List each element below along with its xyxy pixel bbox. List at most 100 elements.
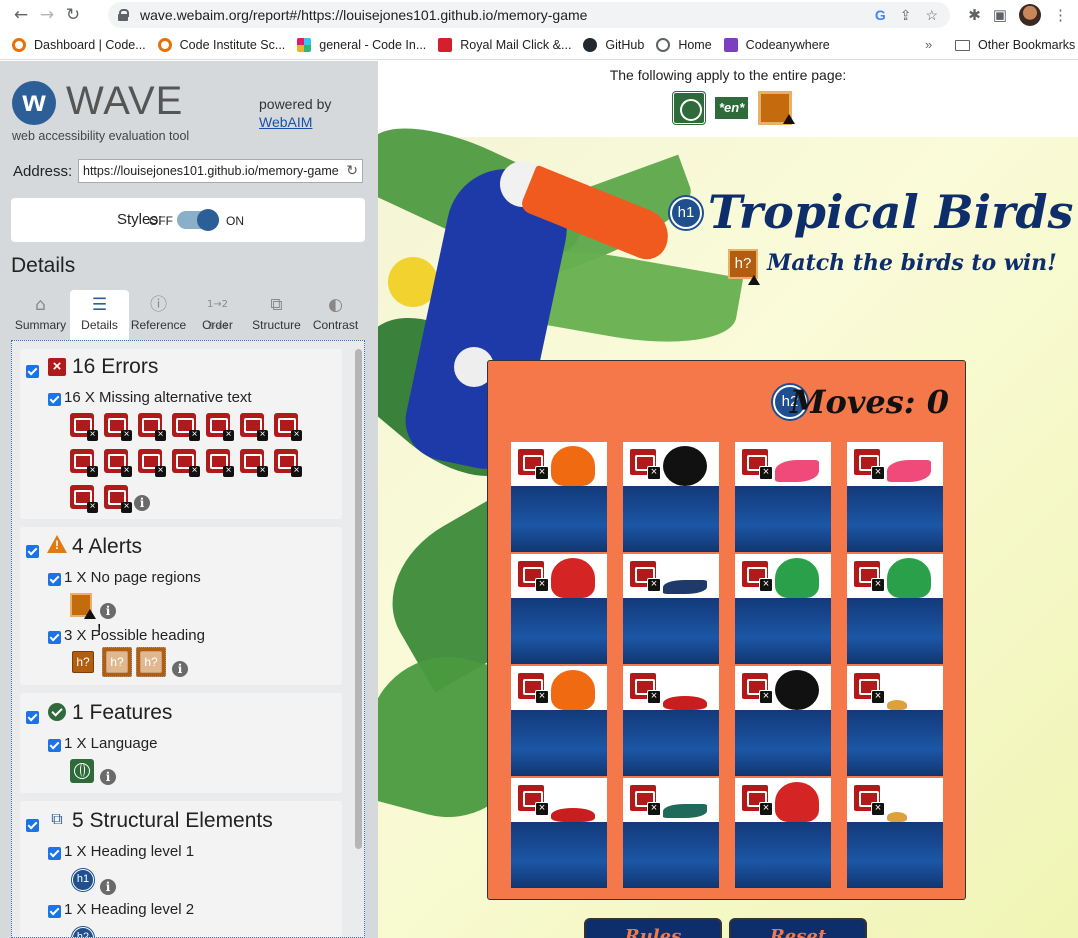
more-bookmarks-icon[interactable]: » (925, 37, 932, 52)
forward-icon[interactable]: → (34, 5, 60, 25)
memory-card[interactable] (847, 442, 943, 552)
memory-card[interactable] (511, 666, 607, 776)
reload-icon[interactable]: ↻ (346, 162, 358, 179)
reset-button[interactable]: Reset (729, 918, 867, 938)
possible-heading-icon[interactable]: h? (106, 651, 128, 673)
rules-button[interactable]: Rules (584, 918, 722, 938)
other-bookmarks[interactable]: Other Bookmarks (955, 38, 1075, 52)
bookmark-slack[interactable]: general - Code In... (297, 37, 426, 52)
missing-alt-icon[interactable] (629, 448, 661, 480)
share-icon[interactable]: ⇪ (900, 7, 912, 24)
bookmark-dashboard[interactable]: Dashboard | Code... (12, 37, 146, 52)
tab-summary[interactable]: ⌂ Summary (11, 290, 70, 340)
bookmark-home[interactable]: Home (656, 37, 712, 52)
webaim-link[interactable]: WebAIM (259, 114, 312, 130)
memory-card[interactable] (847, 666, 943, 776)
missing-alt-icon[interactable] (104, 485, 132, 513)
tab-details[interactable]: ☰ Details (70, 290, 129, 340)
memory-card[interactable] (511, 442, 607, 552)
info-icon[interactable]: i (100, 769, 116, 785)
missing-alt-icon[interactable] (517, 448, 549, 480)
h2-icon[interactable]: h2 (72, 927, 94, 937)
tab-contrast[interactable]: ◐ Contrast (306, 290, 365, 340)
tab-reference[interactable]: ⓘ Reference (129, 290, 188, 340)
bookmark-royal-mail[interactable]: Royal Mail Click &... (438, 37, 571, 52)
memory-card[interactable] (735, 442, 831, 552)
memory-card[interactable] (735, 778, 831, 888)
missing-alt-icon[interactable] (172, 413, 200, 441)
missing-alt-icon[interactable] (741, 448, 773, 480)
h1-badge[interactable]: h1 (670, 197, 702, 229)
possible-heading-checkbox[interactable] (48, 631, 61, 644)
missing-alt-icon[interactable] (70, 413, 98, 441)
missing-alt-icon[interactable] (741, 672, 773, 704)
missing-alt-icon[interactable] (853, 448, 885, 480)
back-icon[interactable]: ← (8, 5, 34, 25)
memory-card[interactable] (735, 554, 831, 664)
heading2-checkbox[interactable] (48, 905, 61, 918)
missing-alt-icon[interactable] (741, 784, 773, 816)
memory-card[interactable] (511, 778, 607, 888)
possible-heading-icon[interactable]: h? (72, 651, 94, 673)
missing-alt-icon[interactable] (240, 449, 268, 477)
heading1-checkbox[interactable] (48, 847, 61, 860)
language-icon[interactable] (70, 759, 94, 783)
language-checkbox[interactable] (48, 739, 61, 752)
info-icon[interactable]: i (100, 879, 116, 895)
panel-scrollbar[interactable] (355, 349, 362, 849)
missing-alt-icon[interactable] (629, 784, 661, 816)
no-regions-icon[interactable] (758, 91, 796, 125)
memory-card[interactable] (735, 666, 831, 776)
missing-alt-icon[interactable] (104, 413, 132, 441)
google-icon[interactable]: G (875, 7, 886, 24)
missing-alt-icon[interactable] (274, 449, 302, 477)
info-icon[interactable]: i (172, 661, 188, 677)
language-icon[interactable] (673, 92, 705, 124)
memory-card[interactable] (623, 666, 719, 776)
missing-alt-icon[interactable] (853, 672, 885, 704)
memory-card[interactable] (847, 778, 943, 888)
missing-alt-icon[interactable] (104, 449, 132, 477)
missing-alt-icon[interactable] (517, 672, 549, 704)
menu-icon[interactable]: ⋮ (1053, 6, 1068, 24)
info-icon[interactable]: i (134, 495, 150, 511)
missing-alt-icon[interactable] (70, 449, 98, 477)
missing-alt-icon[interactable] (517, 784, 549, 816)
bookmark-code-institute[interactable]: Code Institute Sc... (157, 37, 285, 52)
missing-alt-icon[interactable] (172, 449, 200, 477)
memory-card[interactable] (623, 554, 719, 664)
styles-toggle[interactable] (177, 209, 219, 231)
possible-heading-icon[interactable]: h? (140, 651, 162, 673)
memory-card[interactable] (847, 554, 943, 664)
missing-alt-icon[interactable] (274, 413, 302, 441)
missing-alt-icon[interactable] (240, 413, 268, 441)
language-tag[interactable]: *en* (715, 97, 749, 119)
missing-alt-icon[interactable] (70, 485, 98, 513)
missing-alt-icon[interactable] (629, 560, 661, 592)
missing-alt-icon[interactable] (138, 413, 166, 441)
missing-alt-icon[interactable] (206, 413, 234, 441)
missing-alt-icon[interactable] (517, 560, 549, 592)
sidepanel-icon[interactable]: ▣ (993, 6, 1007, 24)
bookmark-github[interactable]: GitHub (583, 37, 644, 52)
missing-alt-checkbox[interactable] (48, 393, 61, 406)
address-bar[interactable]: wave.webaim.org/report#/https://louisejo… (108, 2, 950, 28)
extensions-icon[interactable]: ✱ (968, 6, 981, 24)
info-icon[interactable]: i (100, 603, 116, 619)
no-regions-checkbox[interactable] (48, 573, 61, 586)
bookmark-codeanywhere[interactable]: Codeanywhere (723, 37, 830, 52)
tab-order[interactable]: 1→2 3→4 Order (188, 290, 247, 340)
memory-card[interactable] (511, 554, 607, 664)
address-input[interactable]: https://louisejones101.github.io/memory-… (78, 159, 363, 183)
memory-card[interactable] (623, 442, 719, 552)
missing-alt-icon[interactable] (853, 560, 885, 592)
structure-checkbox[interactable] (26, 819, 39, 832)
errors-checkbox[interactable] (26, 365, 39, 378)
missing-alt-icon[interactable] (741, 560, 773, 592)
missing-alt-icon[interactable] (629, 672, 661, 704)
tab-structure[interactable]: ⧉ Structure (247, 290, 306, 340)
features-checkbox[interactable] (26, 711, 39, 724)
avatar[interactable] (1019, 4, 1041, 26)
alerts-checkbox[interactable] (26, 545, 39, 558)
star-icon[interactable]: ☆ (925, 7, 938, 24)
